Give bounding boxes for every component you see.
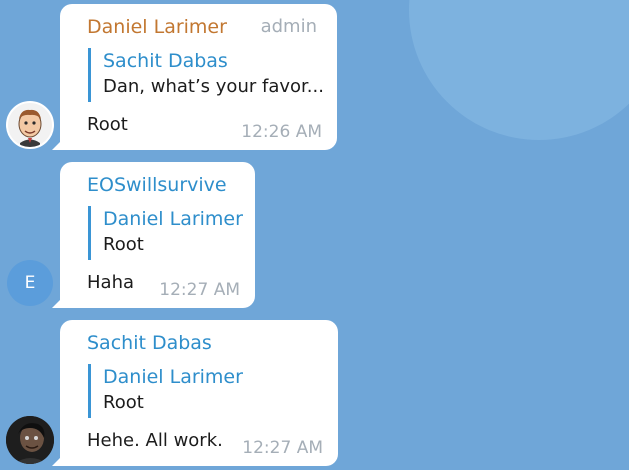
message-text: Haha: [87, 272, 135, 293]
quote-author: Daniel Larimer: [103, 366, 243, 388]
reply-quote[interactable]: Sachit Dabas Dan, what’s your favor...: [88, 48, 324, 102]
avatar-sachit-dabas[interactable]: [6, 416, 54, 464]
background-highlight: [409, 0, 629, 140]
sender-name[interactable]: Sachit Dabas: [87, 332, 212, 354]
avatar-eoswillsurvive[interactable]: E: [7, 260, 53, 306]
admin-badge: admin: [260, 16, 317, 37]
message-text: Root: [87, 114, 128, 135]
cartoon-face-icon: [8, 103, 52, 147]
message-time: 12:27 AM: [159, 280, 240, 300]
avatar-letter: E: [24, 273, 36, 293]
quote-text: Dan, what’s your favor...: [103, 76, 324, 97]
quote-text: Root: [103, 234, 144, 255]
message-time: 12:26 AM: [241, 122, 322, 142]
quote-text: Root: [103, 392, 144, 413]
reply-quote[interactable]: Daniel Larimer Root: [88, 206, 243, 260]
message-bubble[interactable]: EOSwillsurvive Daniel Larimer Root Haha …: [52, 162, 255, 308]
sender-name[interactable]: EOSwillsurvive: [87, 174, 227, 196]
message-time: 12:27 AM: [242, 438, 323, 458]
avatar-daniel-larimer[interactable]: [6, 101, 54, 149]
message-bubble[interactable]: Sachit Dabas Daniel Larimer Root Hehe. A…: [52, 320, 338, 466]
user-photo-icon: [6, 416, 54, 464]
quote-author: Sachit Dabas: [103, 50, 228, 72]
quote-author: Daniel Larimer: [103, 208, 243, 230]
sender-name[interactable]: Daniel Larimer: [87, 16, 227, 38]
reply-quote[interactable]: Daniel Larimer Root: [88, 364, 243, 418]
message-text: Hehe. All work.: [87, 430, 223, 451]
message-bubble[interactable]: Daniel Larimer admin Sachit Dabas Dan, w…: [52, 4, 337, 150]
